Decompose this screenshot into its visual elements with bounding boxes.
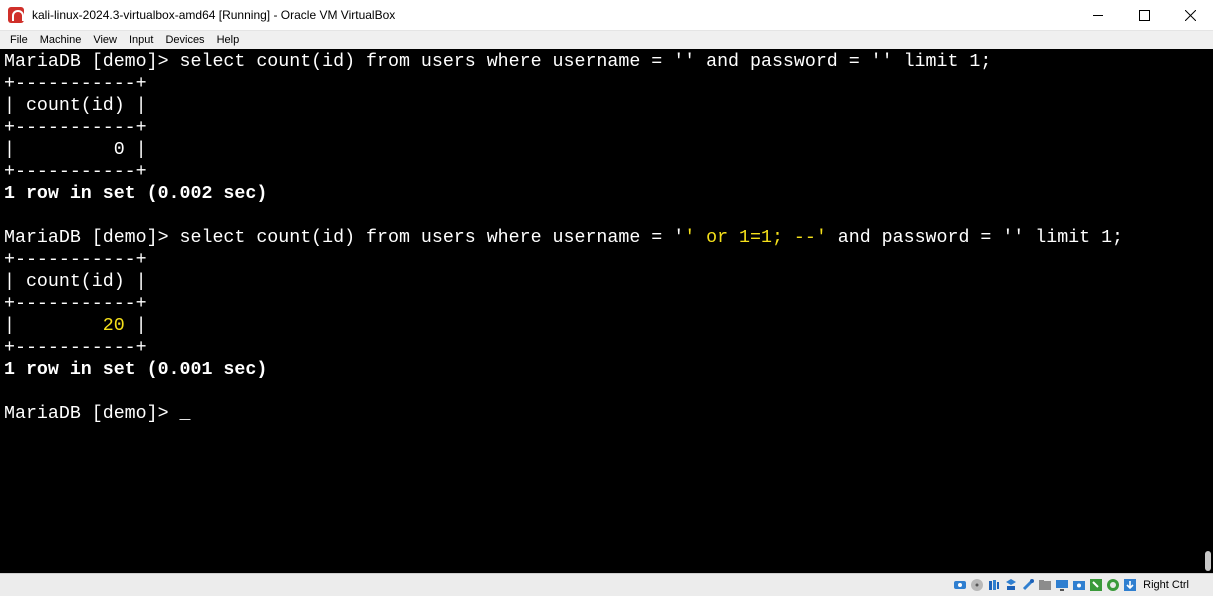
terminal-line: +-----------+	[4, 162, 147, 182]
host-key-label: Right Ctrl	[1143, 579, 1189, 591]
keyboard-icon[interactable]	[1106, 578, 1120, 592]
terminal-text: and password = '' limit 1;	[826, 228, 1124, 248]
terminal-line: +-----------+	[4, 118, 147, 138]
count-result-highlight: 20	[102, 316, 125, 336]
terminal-line: MariaDB [demo]> select count(id) from us…	[4, 227, 1213, 249]
terminal-line: | count(id) |	[4, 272, 147, 292]
menu-input[interactable]: Input	[123, 31, 159, 49]
terminal-line: 1 row in set (0.001 sec)	[4, 360, 268, 380]
terminal-line: | 20 |	[4, 315, 1213, 337]
menu-view[interactable]: View	[87, 31, 123, 49]
audio-icon[interactable]	[987, 578, 1001, 592]
terminal-text: MariaDB [demo]> select count(id) from us…	[4, 228, 685, 248]
terminal-line: | 0 |	[4, 140, 147, 160]
terminal-text: |	[4, 316, 103, 336]
maximize-icon	[1138, 10, 1150, 21]
terminal-prompt-line: MariaDB [demo]> _	[4, 403, 1213, 425]
terminal-line: +-----------+	[4, 338, 147, 358]
window-title: kali-linux-2024.3-virtualbox-amd64 [Runn…	[32, 8, 396, 22]
optical-drive-icon[interactable]	[970, 578, 984, 592]
window-title-bar[interactable]: kali-linux-2024.3-virtualbox-amd64 [Runn…	[0, 0, 1213, 31]
status-icons	[953, 578, 1137, 592]
close-button[interactable]	[1167, 0, 1213, 31]
display-icon[interactable]	[1055, 578, 1069, 592]
cpu-icon[interactable]	[1123, 578, 1137, 592]
terminal-line: +-----------+	[4, 74, 147, 94]
close-icon	[1184, 10, 1196, 21]
shared-folders-icon[interactable]	[1038, 578, 1052, 592]
terminal-scrollbar[interactable]	[1205, 551, 1211, 571]
terminal-prompt: MariaDB [demo]>	[4, 404, 180, 424]
network-icon[interactable]	[1004, 578, 1018, 592]
kali-app-icon	[8, 7, 24, 23]
usb-icon[interactable]	[1021, 578, 1035, 592]
injection-highlight: ' or 1=1; --'	[684, 228, 827, 248]
menu-machine[interactable]: Machine	[34, 31, 88, 49]
terminal-line: +-----------+	[4, 250, 147, 270]
hard-disk-icon[interactable]	[953, 578, 967, 592]
menu-file[interactable]: File	[4, 31, 34, 49]
terminal-line: MariaDB [demo]> select count(id) from us…	[4, 52, 992, 72]
terminal-screen[interactable]: MariaDB [demo]> select count(id) from us…	[0, 49, 1213, 573]
minimize-button[interactable]	[1075, 0, 1121, 31]
terminal-cursor: _	[179, 404, 191, 424]
menu-bar: File Machine View Input Devices Help	[0, 31, 1213, 49]
terminal-line: +-----------+	[4, 294, 147, 314]
mouse-integration-icon[interactable]	[1089, 578, 1103, 592]
window-controls	[1075, 0, 1213, 31]
minimize-icon	[1092, 15, 1103, 16]
terminal-line: 1 row in set (0.002 sec)	[4, 184, 268, 204]
menu-help[interactable]: Help	[211, 31, 246, 49]
video-capture-icon[interactable]	[1072, 578, 1086, 592]
status-bar: Right Ctrl	[0, 573, 1213, 596]
terminal-text: |	[124, 316, 147, 336]
terminal-line: | count(id) |	[4, 96, 147, 116]
maximize-button[interactable]	[1121, 0, 1167, 31]
menu-devices[interactable]: Devices	[159, 31, 210, 49]
